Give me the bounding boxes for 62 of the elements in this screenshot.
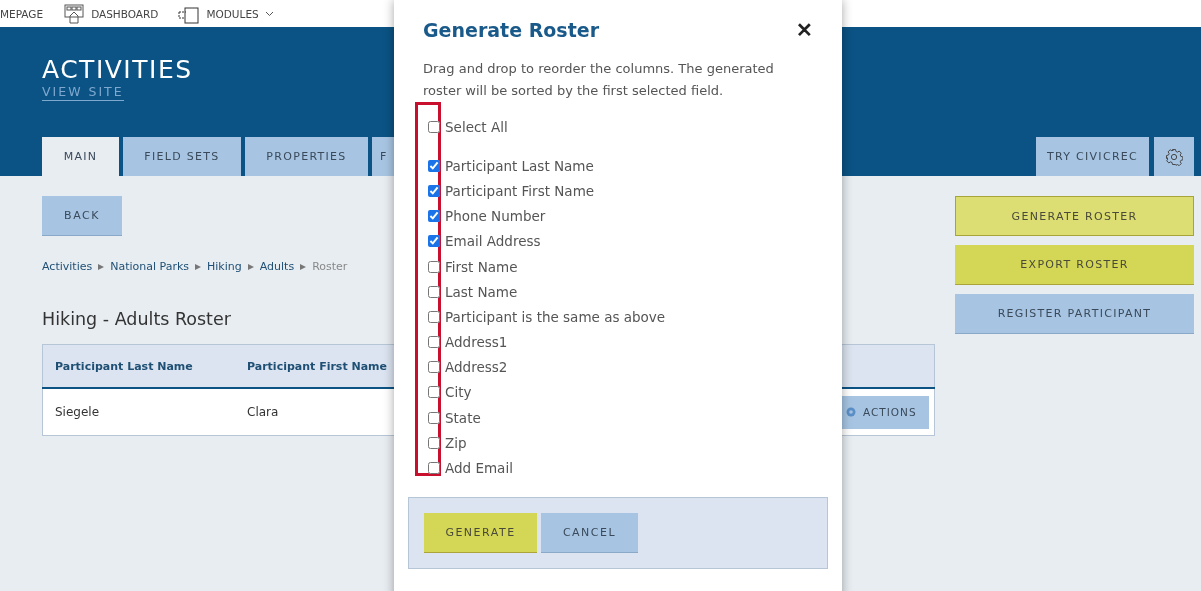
field-checkbox[interactable] xyxy=(428,361,440,374)
dialog-description: Drag and drop to reorder the columns. The generated roster will be sorted by the first selected field. xyxy=(422,60,775,100)
dashboard-icon xyxy=(63,3,86,24)
checkbox-label: Address1 xyxy=(445,334,508,351)
column-header: Participant Last Name xyxy=(55,359,193,373)
field-checkbox[interactable] xyxy=(428,462,440,475)
column-header: Participant First Name xyxy=(247,359,388,373)
field-checkbox[interactable] xyxy=(428,159,440,172)
field-checkbox[interactable] xyxy=(428,285,440,298)
checkbox-label: Phone Number xyxy=(445,208,546,225)
settings-button[interactable] xyxy=(1154,137,1194,176)
checkbox-label: City xyxy=(445,384,472,401)
breadcrumb-link[interactable]: National Parks xyxy=(110,260,190,273)
breadcrumb-link[interactable]: Activities xyxy=(42,260,93,273)
field-checkbox[interactable] xyxy=(428,210,440,223)
page-heading: ACTIVITIES xyxy=(42,56,193,84)
field-checkbox[interactable] xyxy=(428,235,440,248)
nav-link[interactable]: DASHBOARD xyxy=(91,7,159,20)
checkbox-label: State xyxy=(445,409,481,426)
field-checkbox[interactable] xyxy=(428,260,440,273)
checkbox-label: Address2 xyxy=(445,359,508,376)
checkbox-label: Participant is the same as above xyxy=(445,308,666,325)
breadcrumb-link[interactable]: Hiking xyxy=(207,260,242,273)
checkbox-label: Add Email xyxy=(445,460,513,477)
checkbox-label: Email Address xyxy=(445,233,541,250)
roster-title: Hiking - Adults Roster xyxy=(42,309,231,329)
select-all-checkbox[interactable] xyxy=(428,120,440,133)
nav-link[interactable]: MEPAGE xyxy=(0,7,44,20)
checkbox-label: First Name xyxy=(445,258,518,275)
table-cell: Siegele xyxy=(55,405,100,419)
cancel-button[interactable]: CANCEL xyxy=(541,512,638,553)
tab[interactable]: MAIN xyxy=(42,137,119,176)
field-checkbox[interactable] xyxy=(428,386,440,399)
checkbox-label: Select All xyxy=(445,118,508,135)
table-cell: Clara xyxy=(247,405,279,419)
field-checkbox[interactable] xyxy=(428,436,440,449)
checkbox-label: Participant Last Name xyxy=(445,157,594,174)
nav-link[interactable]: MODULES xyxy=(206,7,259,20)
checkbox-label: Participant First Name xyxy=(445,182,595,199)
checkbox-label: Last Name xyxy=(445,283,518,300)
tab[interactable]: PROPERTIES xyxy=(245,137,368,176)
field-checkbox[interactable] xyxy=(428,310,440,323)
breadcrumb-separator-icon xyxy=(195,263,202,270)
gear-icon xyxy=(845,406,857,418)
field-checkbox[interactable] xyxy=(428,411,440,424)
checkbox-label: Zip xyxy=(445,434,467,451)
breadcrumb-separator-icon xyxy=(300,263,307,270)
action-button[interactable]: REGISTER PARTICIPANT xyxy=(955,294,1194,334)
action-button[interactable]: GENERATE ROSTER xyxy=(955,196,1194,236)
action-button[interactable]: EXPORT ROSTER xyxy=(955,245,1194,285)
settings-icon xyxy=(1165,147,1183,166)
dialog-title: Generate Roster xyxy=(423,19,599,41)
breadcrumb-separator-icon xyxy=(98,263,105,270)
close-button[interactable]: ✕ xyxy=(796,18,813,42)
field-checkbox[interactable] xyxy=(428,184,440,197)
generate-button[interactable]: GENERATE xyxy=(424,512,537,553)
breadcrumb-separator-icon xyxy=(247,263,254,270)
try-civicrec-button[interactable]: TRY CIVICREC xyxy=(1036,137,1149,176)
field-checkbox[interactable] xyxy=(428,336,440,349)
back-button[interactable]: BACK xyxy=(42,196,122,236)
breadcrumb-link[interactable]: Adults xyxy=(259,260,295,273)
tab[interactable]: FIELD SETS xyxy=(123,137,241,176)
